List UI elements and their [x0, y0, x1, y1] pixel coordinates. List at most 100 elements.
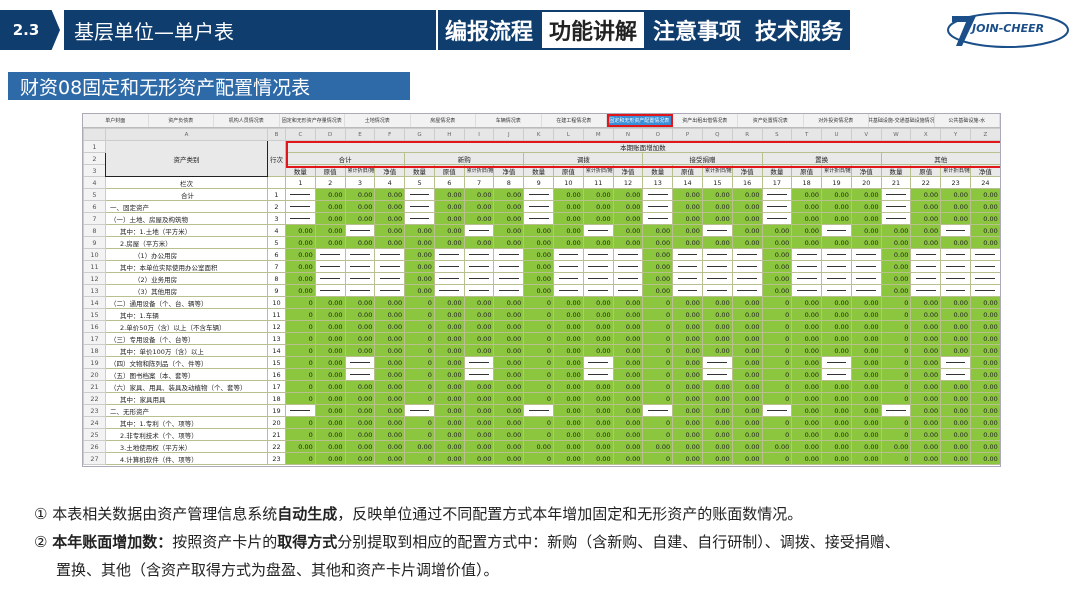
- value-cell[interactable]: 0.00: [910, 200, 942, 213]
- value-cell[interactable]: 0.00: [612, 416, 644, 429]
- dash-cell[interactable]: [642, 404, 674, 417]
- row-order[interactable]: 20: [267, 416, 286, 429]
- row-number[interactable]: 25: [83, 428, 106, 441]
- value-cell[interactable]: 0.00: [374, 188, 406, 201]
- row-number[interactable]: 22: [83, 392, 106, 405]
- column-number[interactable]: 16: [731, 176, 763, 189]
- value-cell[interactable]: 0.00: [940, 452, 971, 465]
- value-cell[interactable]: 0.00: [463, 296, 495, 309]
- value-cell[interactable]: 0: [761, 296, 793, 309]
- value-cell[interactable]: 0.00: [374, 440, 406, 453]
- value-cell[interactable]: 0.00: [344, 452, 376, 465]
- value-cell[interactable]: 0.00: [731, 320, 763, 333]
- dash-cell[interactable]: [761, 200, 793, 213]
- row-number[interactable]: 2: [83, 152, 106, 165]
- value-cell[interactable]: 0.00: [612, 320, 644, 333]
- value-cell[interactable]: 0.00: [374, 236, 406, 249]
- value-cell[interactable]: 0.00: [940, 416, 971, 429]
- value-cell[interactable]: 0: [642, 368, 674, 381]
- value-cell[interactable]: 0.00: [582, 188, 614, 201]
- dash-cell[interactable]: [821, 284, 852, 297]
- value-cell[interactable]: 0.00: [582, 308, 614, 321]
- value-cell[interactable]: 0.00: [553, 188, 584, 201]
- value-cell[interactable]: 0.00: [731, 428, 763, 441]
- tab-features[interactable]: 功能讲解: [540, 10, 647, 50]
- value-cell[interactable]: 0.00: [612, 224, 644, 237]
- dash-cell[interactable]: [493, 272, 525, 285]
- value-cell[interactable]: 0.00: [791, 404, 823, 417]
- value-cell[interactable]: 0.00: [642, 284, 674, 297]
- row-number[interactable]: 6: [83, 200, 106, 213]
- value-cell[interactable]: 0.00: [612, 452, 644, 465]
- value-cell[interactable]: 0.00: [940, 212, 971, 225]
- dash-cell[interactable]: [285, 200, 316, 213]
- value-cell[interactable]: 0.00: [940, 344, 971, 357]
- value-cell[interactable]: 0.00: [761, 236, 793, 249]
- value-cell[interactable]: 0: [404, 380, 435, 393]
- value-cell[interactable]: 0.00: [701, 380, 733, 393]
- value-cell[interactable]: 0.00: [880, 440, 912, 453]
- value-cell[interactable]: 0.00: [791, 416, 823, 429]
- value-cell[interactable]: 0.00: [344, 296, 376, 309]
- value-cell[interactable]: 0.00: [433, 296, 465, 309]
- column-number[interactable]: 6: [433, 176, 465, 189]
- value-cell[interactable]: 0.00: [672, 404, 703, 417]
- value-cell[interactable]: 0.00: [642, 272, 674, 285]
- row-order[interactable]: 21: [267, 428, 286, 441]
- dash-cell[interactable]: [612, 272, 644, 285]
- value-cell[interactable]: 0.00: [701, 440, 733, 453]
- value-cell[interactable]: 0: [523, 416, 555, 429]
- value-cell[interactable]: 0.00: [374, 404, 406, 417]
- value-cell[interactable]: 0.00: [880, 260, 912, 273]
- row-number[interactable]: 16: [83, 320, 106, 333]
- dash-cell[interactable]: [731, 248, 763, 261]
- value-cell[interactable]: 0.00: [821, 440, 852, 453]
- sub-header[interactable]: 原值: [314, 164, 346, 177]
- value-cell[interactable]: 0.00: [731, 308, 763, 321]
- value-cell[interactable]: 0: [523, 428, 555, 441]
- value-cell[interactable]: 0: [761, 452, 793, 465]
- value-cell[interactable]: 0.00: [940, 404, 971, 417]
- value-cell[interactable]: 0.00: [463, 308, 495, 321]
- dash-cell[interactable]: [821, 368, 852, 381]
- value-cell[interactable]: 0.00: [672, 356, 703, 369]
- dash-cell[interactable]: [850, 272, 882, 285]
- column-number[interactable]: 11: [582, 176, 614, 189]
- dash-cell[interactable]: [910, 284, 942, 297]
- column-number[interactable]: 23: [940, 176, 971, 189]
- value-cell[interactable]: 0.00: [374, 320, 406, 333]
- value-cell[interactable]: 0.00: [404, 248, 435, 261]
- value-cell[interactable]: 0.00: [374, 416, 406, 429]
- dash-cell[interactable]: [940, 272, 971, 285]
- dash-cell[interactable]: [880, 212, 912, 225]
- row-order[interactable]: 4: [267, 224, 286, 237]
- category-label[interactable]: 其中：家具用具: [105, 392, 268, 405]
- value-cell[interactable]: 0.00: [314, 416, 346, 429]
- value-cell[interactable]: 0.00: [821, 380, 852, 393]
- value-cell[interactable]: 0.00: [910, 296, 942, 309]
- value-cell[interactable]: 0: [642, 296, 674, 309]
- column-number[interactable]: 17: [761, 176, 793, 189]
- row-number[interactable]: 11: [83, 260, 106, 273]
- row-number[interactable]: 5: [83, 188, 106, 201]
- value-cell[interactable]: 0.00: [791, 440, 823, 453]
- value-cell[interactable]: 0.00: [285, 440, 316, 453]
- value-cell[interactable]: 0.00: [969, 236, 1000, 249]
- value-cell[interactable]: 0.00: [612, 428, 644, 441]
- category-label[interactable]: （一）土地、房屋及构筑物: [105, 212, 268, 225]
- column-number[interactable]: 13: [642, 176, 674, 189]
- dash-cell[interactable]: [314, 284, 346, 297]
- dash-cell[interactable]: [910, 260, 942, 273]
- value-cell[interactable]: 0.00: [285, 272, 316, 285]
- group-header[interactable]: 接受捐赠: [642, 152, 763, 165]
- dash-cell[interactable]: [582, 272, 614, 285]
- value-cell[interactable]: 0.00: [553, 392, 584, 405]
- dash-cell[interactable]: [969, 260, 1000, 273]
- value-cell[interactable]: 0.00: [582, 344, 614, 357]
- value-cell[interactable]: 0: [761, 368, 793, 381]
- value-cell[interactable]: 0.00: [821, 344, 852, 357]
- value-cell[interactable]: 0.00: [761, 440, 793, 453]
- value-cell[interactable]: 0.00: [672, 344, 703, 357]
- value-cell[interactable]: 0.00: [969, 416, 1000, 429]
- value-cell[interactable]: 0: [642, 392, 674, 405]
